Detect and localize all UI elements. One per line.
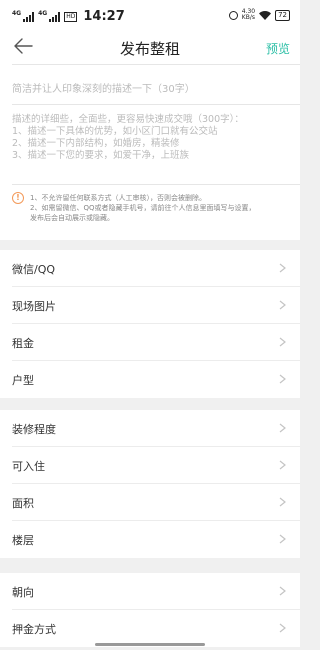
tip-line: 2、如需留微信、QQ或者隐藏手机号，请前往个人信息里面填写与设置， — [30, 204, 256, 212]
list-item-orientation[interactable]: 朝向 — [0, 573, 300, 610]
chevron-right-icon — [279, 300, 286, 310]
detail-placeholder-line: 描述的详细些，全面些，更容易快速成交哦（300字）： — [12, 114, 244, 125]
list-item-photos[interactable]: 现场图片 — [0, 287, 300, 324]
divider — [12, 104, 300, 105]
list-item-label: 现场图片 — [12, 300, 56, 313]
wifi-icon — [259, 10, 272, 20]
chevron-right-icon — [279, 623, 286, 633]
chevron-right-icon — [279, 534, 286, 544]
navigation-header: 发布整租 预览 — [0, 30, 300, 64]
basic-info-section: 微信/QQ 现场图片 租金 户型 — [0, 250, 300, 398]
list-item-label: 面积 — [12, 497, 34, 510]
speed-unit: KB/s — [241, 14, 255, 21]
battery-indicator: 72 — [275, 9, 290, 21]
list-item-label: 租金 — [12, 337, 34, 350]
detail-input[interactable]: 描述的详细些，全面些，更容易快速成交哦（300字）： 1、描述一下具体的优势，如… — [12, 114, 288, 162]
tip-line: 发布后会自动展示或隐藏。 — [30, 214, 114, 222]
divider — [12, 64, 300, 65]
list-item-floor[interactable]: 楼层 — [0, 521, 300, 558]
list-item-layout[interactable]: 户型 — [0, 361, 300, 398]
chevron-right-icon — [279, 337, 286, 347]
list-item-label: 装修程度 — [12, 423, 56, 436]
signal-icon — [23, 11, 35, 22]
property-details-section: 装修程度 可入住 面积 楼层 — [0, 410, 300, 558]
detail-placeholder-line: 2、描述一下内部结构，如婚房，精装修 — [12, 138, 180, 149]
tip-text: 1、不允许留任何联系方式（人工审核），否则会被删除。 2、如需留微信、QQ或者隐… — [30, 193, 292, 223]
chevron-right-icon — [279, 374, 286, 384]
list-item-label: 户型 — [12, 374, 34, 387]
clock: 14:27 — [83, 9, 125, 24]
tip-line: 1、不允许留任何联系方式（人工审核），否则会被删除。 — [30, 194, 206, 202]
warning-icon: ! — [12, 192, 24, 204]
chevron-right-icon — [279, 263, 286, 273]
chevron-right-icon — [279, 423, 286, 433]
list-item-wechat-qq[interactable]: 微信/QQ — [0, 250, 300, 287]
extra-info-section: 朝向 押金方式 — [0, 573, 300, 647]
list-item-label: 朝向 — [12, 586, 34, 599]
list-item-rent[interactable]: 租金 — [0, 324, 300, 361]
home-indicator[interactable] — [95, 643, 205, 646]
alarm-icon — [228, 10, 238, 20]
list-item-area[interactable]: 面积 — [0, 484, 300, 521]
status-right: 4.30 KB/s 72 — [228, 9, 290, 21]
list-item-label: 微信/QQ — [12, 263, 56, 276]
hd-badge: HD — [64, 11, 78, 22]
list-item-move-in[interactable]: 可入住 — [0, 447, 300, 484]
network-type: 4G — [12, 10, 22, 17]
description-editor: 简洁并让人印象深刻的描述一下（30字） 描述的详细些，全面些，更容易快速成交哦（… — [0, 64, 300, 240]
network-type-2: 4G — [38, 10, 48, 17]
list-item-label: 押金方式 — [12, 623, 56, 636]
page-title: 发布整租 — [119, 40, 180, 58]
detail-placeholder-line: 3、描述一下您的要求，如爱干净，上班族 — [12, 150, 190, 161]
detail-placeholder-line: 1、描述一下具体的优势，如小区门口就有公交站 — [12, 126, 218, 137]
list-item-label: 楼层 — [12, 534, 34, 547]
status-left: 4G 4G HD 14:27 — [12, 9, 125, 24]
back-arrow-icon[interactable] — [12, 37, 34, 55]
signal-icon-2 — [49, 11, 61, 22]
preview-button[interactable]: 预览 — [266, 40, 290, 57]
list-item-decoration[interactable]: 装修程度 — [0, 410, 300, 447]
chevron-right-icon — [279, 497, 286, 507]
list-item-label: 可入住 — [12, 460, 45, 473]
chevron-right-icon — [279, 460, 286, 470]
chevron-right-icon — [279, 586, 286, 596]
network-speed: 4.30 KB/s — [242, 9, 255, 21]
list-item-deposit[interactable]: 押金方式 — [0, 610, 300, 647]
divider — [12, 184, 300, 185]
status-bar: 4G 4G HD 14:27 4.30 KB/s 72 — [0, 0, 300, 30]
summary-input[interactable]: 简洁并让人印象深刻的描述一下（30字） — [12, 80, 288, 95]
